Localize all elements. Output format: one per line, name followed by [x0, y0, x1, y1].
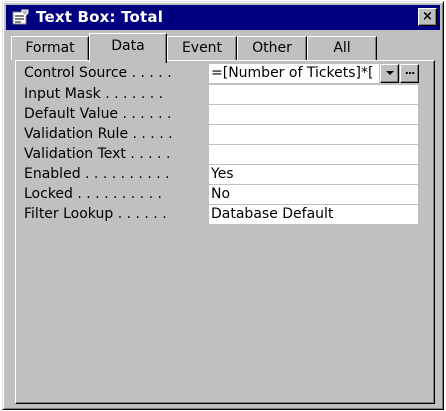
property-label: Input Mask . . . . . . .	[24, 86, 164, 102]
property-row-control-source: Control Source . . . . . =[Number of Tic…	[16, 64, 434, 83]
properties-sheet-icon	[12, 9, 30, 25]
window-title: Text Box: Total	[36, 8, 164, 26]
property-label: Validation Rule . . . . .	[24, 126, 173, 142]
property-row-validation-text: Validation Text . . . . .	[16, 145, 434, 164]
locked-field[interactable]: No	[209, 185, 418, 204]
tab-label: Format	[25, 40, 75, 56]
title-bar[interactable]: Text Box: Total ×	[6, 5, 440, 30]
enabled-field[interactable]: Yes	[209, 165, 418, 184]
chevron-down-icon	[385, 71, 394, 75]
tab-label: Data	[111, 38, 145, 54]
default-value-field[interactable]	[209, 105, 418, 124]
property-row-enabled: Enabled . . . . . . . . . . Yes	[16, 165, 434, 184]
filter-lookup-field[interactable]: Database Default	[209, 205, 418, 224]
tab-all[interactable]: All	[307, 36, 377, 60]
data-tab-panel: Control Source . . . . . =[Number of Tic…	[15, 60, 435, 404]
tab-data[interactable]: Data	[89, 33, 167, 63]
property-label: Filter Lookup . . . . . .	[24, 206, 167, 222]
control-source-field[interactable]: =[Number of Tickets]*[	[209, 64, 379, 83]
property-label: Locked . . . . . . . . . .	[24, 186, 162, 202]
property-row-filter-lookup: Filter Lookup . . . . . . Database Defau…	[16, 205, 434, 224]
tab-label: Event	[181, 40, 223, 56]
property-row-input-mask: Input Mask . . . . . . .	[16, 85, 434, 104]
close-icon: ×	[422, 9, 433, 24]
property-label: Control Source . . . . .	[24, 65, 172, 81]
ellipsis-icon: ...	[404, 64, 416, 77]
expression-builder-button[interactable]: ...	[400, 64, 419, 83]
property-label: Validation Text . . . . .	[24, 146, 171, 162]
validation-rule-field[interactable]	[209, 125, 418, 144]
control-source-dropdown-button[interactable]	[380, 64, 399, 83]
property-row-default-value: Default Value . . . . . .	[16, 105, 434, 124]
tab-event[interactable]: Event	[167, 36, 237, 60]
close-button[interactable]: ×	[418, 8, 437, 26]
property-row-validation-rule: Validation Rule . . . . .	[16, 125, 434, 144]
tab-label: All	[333, 40, 351, 56]
properties-window: Text Box: Total × Format Data Event Othe…	[2, 1, 444, 410]
property-label: Enabled . . . . . . . . . .	[24, 166, 170, 182]
tab-other[interactable]: Other	[237, 36, 307, 60]
property-label: Default Value . . . . . .	[24, 106, 172, 122]
tab-format[interactable]: Format	[11, 36, 89, 60]
validation-text-field[interactable]	[209, 145, 418, 164]
input-mask-field[interactable]	[209, 85, 418, 104]
tab-label: Other	[252, 40, 292, 56]
property-row-locked: Locked . . . . . . . . . . No	[16, 185, 434, 204]
